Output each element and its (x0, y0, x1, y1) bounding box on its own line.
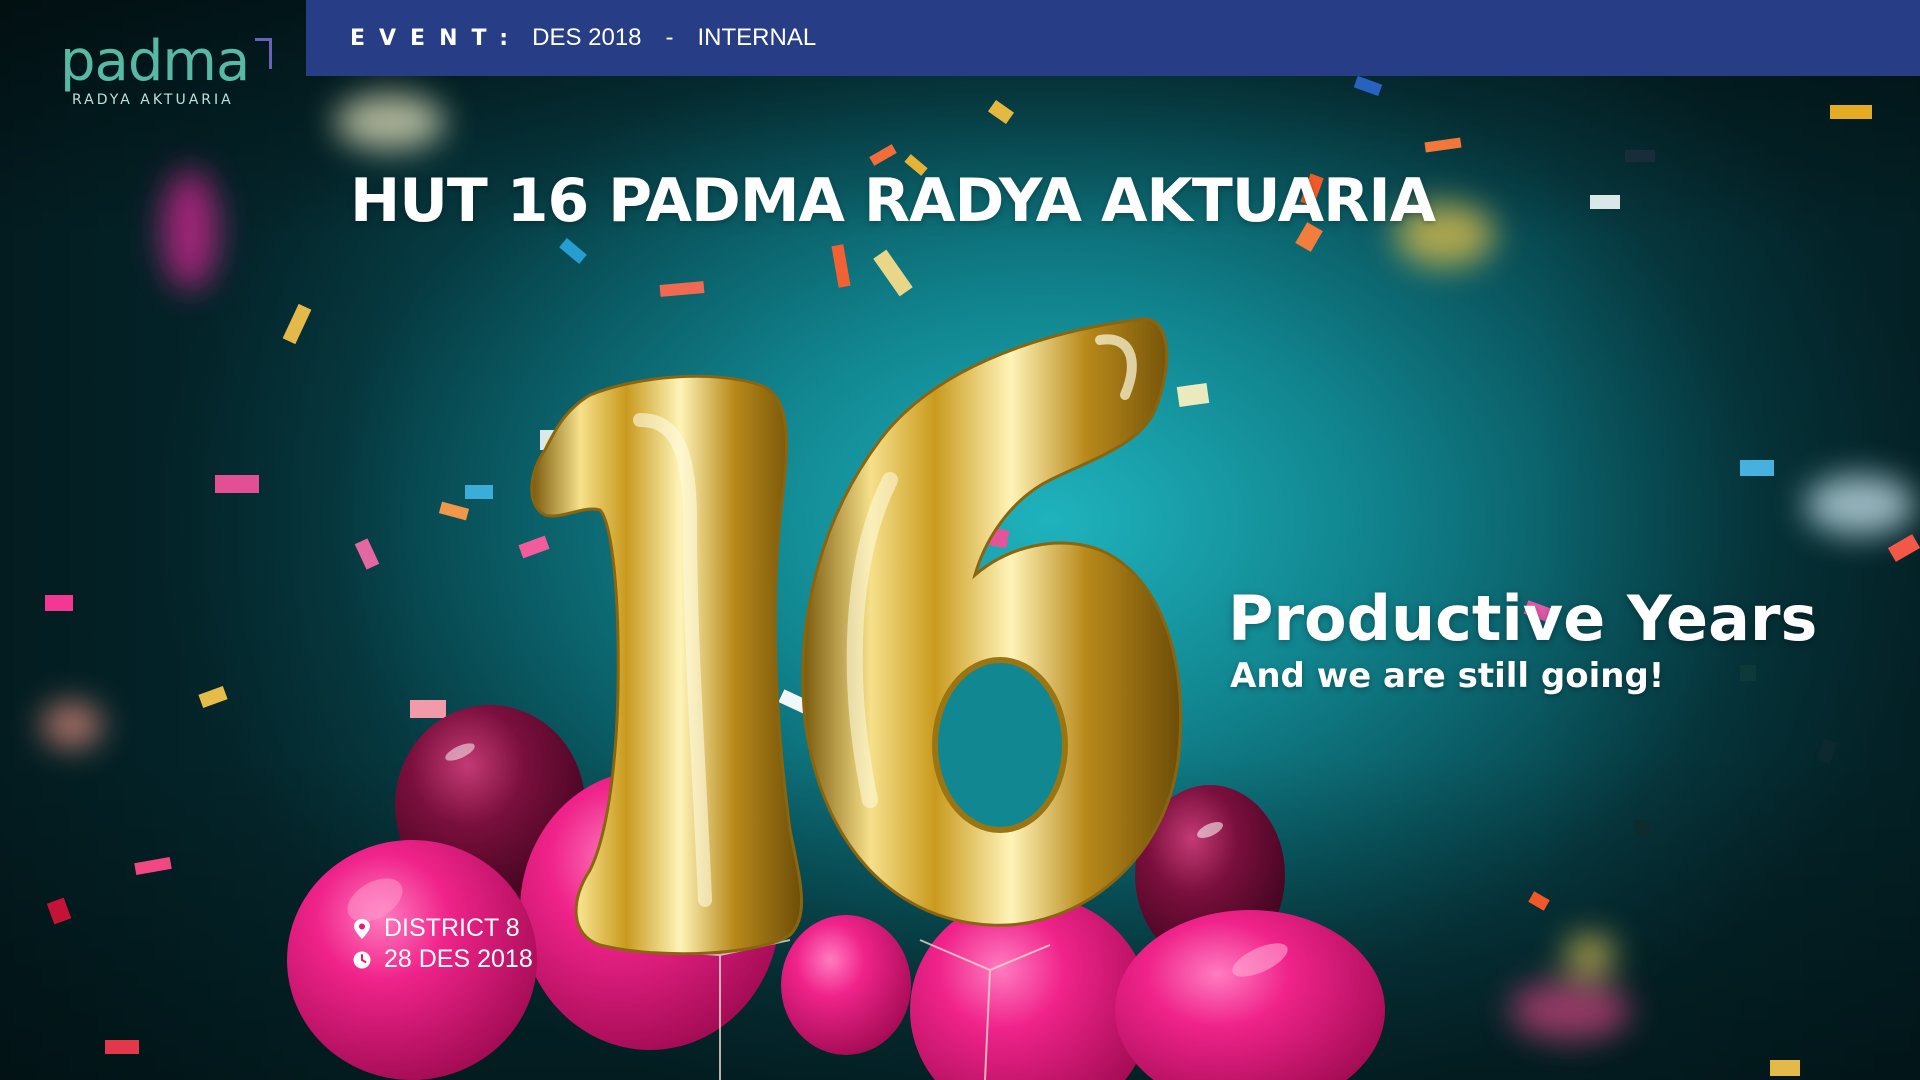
event-type: INTERNAL (697, 24, 817, 51)
event-banner: padma RADYA AKTUARIA EVENT: DES 2018 - I… (0, 0, 1920, 1080)
map-pin-icon (354, 918, 370, 939)
logo-wordmark: padma (60, 29, 250, 94)
event-topbar: EVENT: DES 2018 - INTERNAL (306, 0, 1920, 76)
headline: HUT 16 PADMA RADYA AKTUARIA (350, 166, 1436, 236)
date-text: 28 DES 2018 (384, 945, 533, 973)
padma-logo: padma RADYA AKTUARIA (60, 29, 272, 114)
event-month: DES 2018 (532, 24, 642, 51)
tagline-sub: And we are still going! (1230, 656, 1665, 696)
clock-icon (353, 951, 371, 968)
date-row: 28 DES 2018 (352, 945, 533, 974)
logo-corner-mark (255, 38, 272, 69)
event-label: EVENT: (350, 25, 523, 51)
event-separator: - (665, 24, 674, 51)
gold-balloon-6 (801, 317, 1183, 927)
celebration-artwork (42, 75, 1920, 1080)
location-row: DISTRICT 8 (352, 914, 520, 943)
location-text: DISTRICT 8 (384, 914, 520, 942)
tagline-main: Productive Years (1228, 582, 1818, 655)
logo-subtitle: RADYA AKTUARIA (72, 92, 234, 108)
